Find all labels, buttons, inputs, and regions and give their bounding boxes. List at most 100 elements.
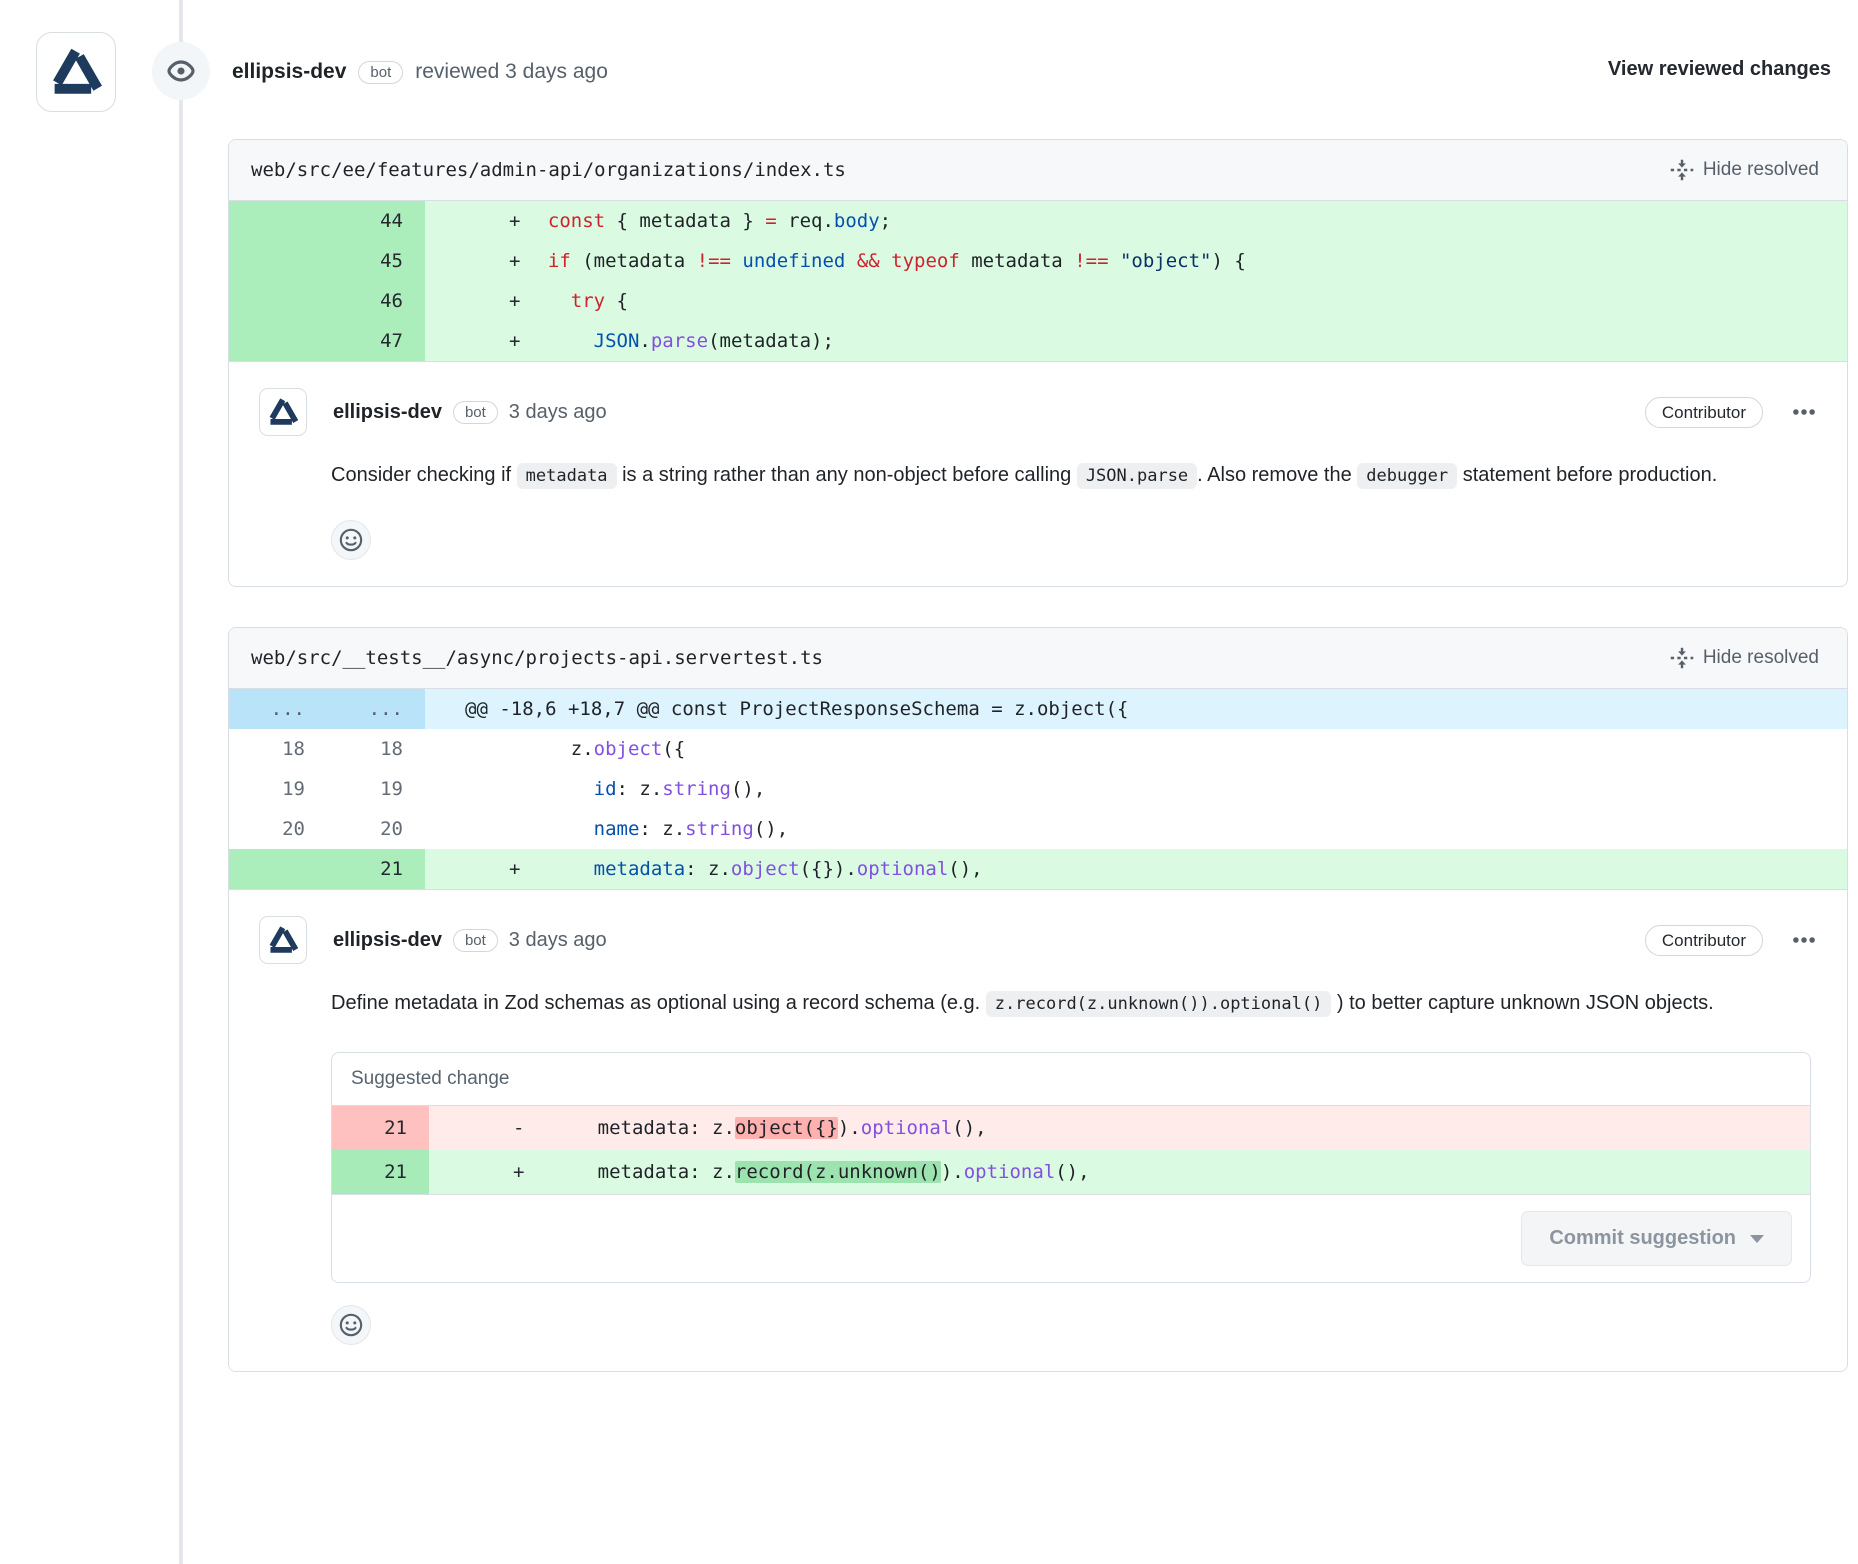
comment-timestamp[interactable]: 3 days ago — [509, 401, 607, 424]
reviewer-avatar[interactable] — [36, 32, 116, 112]
view-reviewed-changes-link[interactable]: View reviewed changes — [1608, 58, 1831, 81]
contributor-badge: Contributor — [1645, 925, 1763, 956]
comment-author[interactable]: ellipsis-dev — [333, 401, 442, 424]
file-card-2: web/src/__tests__/async/projects-api.ser… — [228, 627, 1848, 1372]
code-token: string — [685, 818, 754, 840]
bot-badge: bot — [453, 929, 498, 952]
ellipsis-logo-icon — [47, 43, 105, 101]
diff-row: 2020 name: z.string(), — [229, 809, 1847, 849]
comment-actions: Contributor — [1645, 925, 1817, 956]
new-line-number: 21 — [327, 849, 425, 889]
diff-marker: + — [425, 321, 525, 361]
suggestion-diff: 21- metadata: z.object({}).optional(),21… — [332, 1106, 1810, 1194]
hunk-header-text: @@ -18,6 +18,7 @@ const ProjectResponseS… — [425, 689, 1847, 729]
bot-badge: bot — [358, 61, 403, 84]
fold-icon — [1670, 158, 1694, 182]
new-line-number: 18 — [327, 729, 425, 769]
code-token: "object" — [1120, 250, 1212, 272]
code-token: undefined — [742, 250, 845, 272]
kebab-menu-icon[interactable] — [1791, 399, 1817, 425]
code-token: metadata: z. — [529, 1161, 735, 1183]
code-line: metadata: z.object({}).optional(), — [525, 849, 1847, 889]
diff-block: ......@@ -18,6 +18,7 @@ const ProjectRes… — [229, 689, 1847, 890]
eye-icon — [166, 56, 196, 86]
code-token: !== — [697, 250, 731, 272]
code-token: name — [594, 818, 640, 840]
code-token: JSON — [594, 330, 640, 352]
hide-resolved-label: Hide resolved — [1703, 647, 1819, 669]
old-line-number — [229, 281, 327, 321]
old-line-number — [229, 849, 327, 889]
new-line-number: ... — [327, 689, 425, 729]
code-token — [731, 250, 742, 272]
add-reaction-button[interactable] — [331, 1305, 371, 1345]
comment-author[interactable]: ellipsis-dev — [333, 929, 442, 952]
old-line-number: 18 — [229, 729, 327, 769]
code-line: metadata: z.record(z.unknown()).optional… — [529, 1150, 1810, 1194]
file-header: web/src/ee/features/admin-api/organizati… — [229, 140, 1847, 201]
code-token: try — [571, 290, 605, 312]
review-header: ellipsis-dev bot reviewed 3 days ago — [232, 52, 608, 92]
diff-block: 44+ const { metadata } = req.body;45+ if… — [229, 201, 1847, 362]
old-line-number: 20 — [229, 809, 327, 849]
code-token — [1109, 250, 1120, 272]
commit-suggestion-button[interactable]: Commit suggestion — [1521, 1211, 1792, 1266]
code-token: ). — [941, 1161, 964, 1183]
code-token: string — [662, 778, 731, 800]
code-line: JSON.parse(metadata); — [525, 321, 1847, 361]
file-header: web/src/__tests__/async/projects-api.ser… — [229, 628, 1847, 689]
file-path[interactable]: web/src/ee/features/admin-api/organizati… — [251, 159, 846, 181]
line-number: 21 — [332, 1106, 429, 1150]
line-number: 21 — [332, 1150, 429, 1194]
diff-marker: + — [429, 1150, 529, 1194]
code-line: z.object({ — [525, 729, 1847, 769]
diff-row: 47+ JSON.parse(metadata); — [229, 321, 1847, 361]
pr-review-timeline: ellipsis-dev bot reviewed 3 days ago Vie… — [0, 0, 1858, 1564]
add-reaction-button[interactable] — [331, 520, 371, 560]
suggested-change-block: Suggested change 21- metadata: z.object(… — [331, 1052, 1811, 1283]
diff-row: ......@@ -18,6 +18,7 @@ const ProjectRes… — [229, 689, 1847, 729]
comment-header: ellipsis-dev bot 3 days ago Contributor — [259, 388, 1817, 436]
code-token — [525, 818, 594, 840]
code-token: metadata: z. — [529, 1117, 735, 1139]
comment-timestamp[interactable]: 3 days ago — [509, 929, 607, 952]
code-token — [525, 330, 594, 352]
review-comment: ellipsis-dev bot 3 days ago Contributor … — [229, 362, 1847, 586]
code-token: (), — [731, 778, 765, 800]
code-token: : z. — [685, 858, 731, 880]
code-token: metadata — [594, 858, 686, 880]
code-token: (), — [754, 818, 788, 840]
kebab-menu-icon[interactable] — [1791, 927, 1817, 953]
old-line-number — [229, 321, 327, 361]
old-line-number — [229, 241, 327, 281]
file-path[interactable]: web/src/__tests__/async/projects-api.ser… — [251, 647, 823, 669]
code-token: !== — [1074, 250, 1108, 272]
code-token: ). — [838, 1117, 861, 1139]
hide-resolved-button[interactable]: Hide resolved — [1664, 157, 1825, 183]
code-token: object({} — [735, 1117, 838, 1139]
diff-row: 44+ const { metadata } = req.body; — [229, 201, 1847, 241]
code-token: (metadata — [571, 250, 697, 272]
comment-avatar[interactable] — [259, 388, 307, 436]
reviewer-name[interactable]: ellipsis-dev — [232, 60, 346, 84]
inline-code: metadata — [517, 463, 617, 489]
code-token: (), — [948, 858, 982, 880]
code-token: record(z.unknown() — [735, 1161, 941, 1183]
old-line-number — [229, 201, 327, 241]
code-token — [525, 778, 594, 800]
code-line: const { metadata } = req.body; — [525, 201, 1847, 241]
hide-resolved-button[interactable]: Hide resolved — [1664, 645, 1825, 671]
diff-row: 21+ metadata: z.object({}).optional(), — [229, 849, 1847, 889]
comment-body: Define metadata in Zod schemas as option… — [331, 982, 1817, 1026]
diff-marker: + — [425, 849, 525, 889]
code-token — [880, 250, 891, 272]
diff-row: 21+ metadata: z.record(z.unknown()).opti… — [332, 1150, 1810, 1194]
code-token: ; — [880, 210, 891, 232]
review-action-text[interactable]: reviewed 3 days ago — [415, 60, 608, 84]
code-line: name: z.string(), — [525, 809, 1847, 849]
smiley-icon — [338, 1312, 364, 1338]
code-token: . — [639, 330, 650, 352]
code-token: (), — [952, 1117, 986, 1139]
code-token: (), — [1055, 1161, 1089, 1183]
comment-avatar[interactable] — [259, 916, 307, 964]
